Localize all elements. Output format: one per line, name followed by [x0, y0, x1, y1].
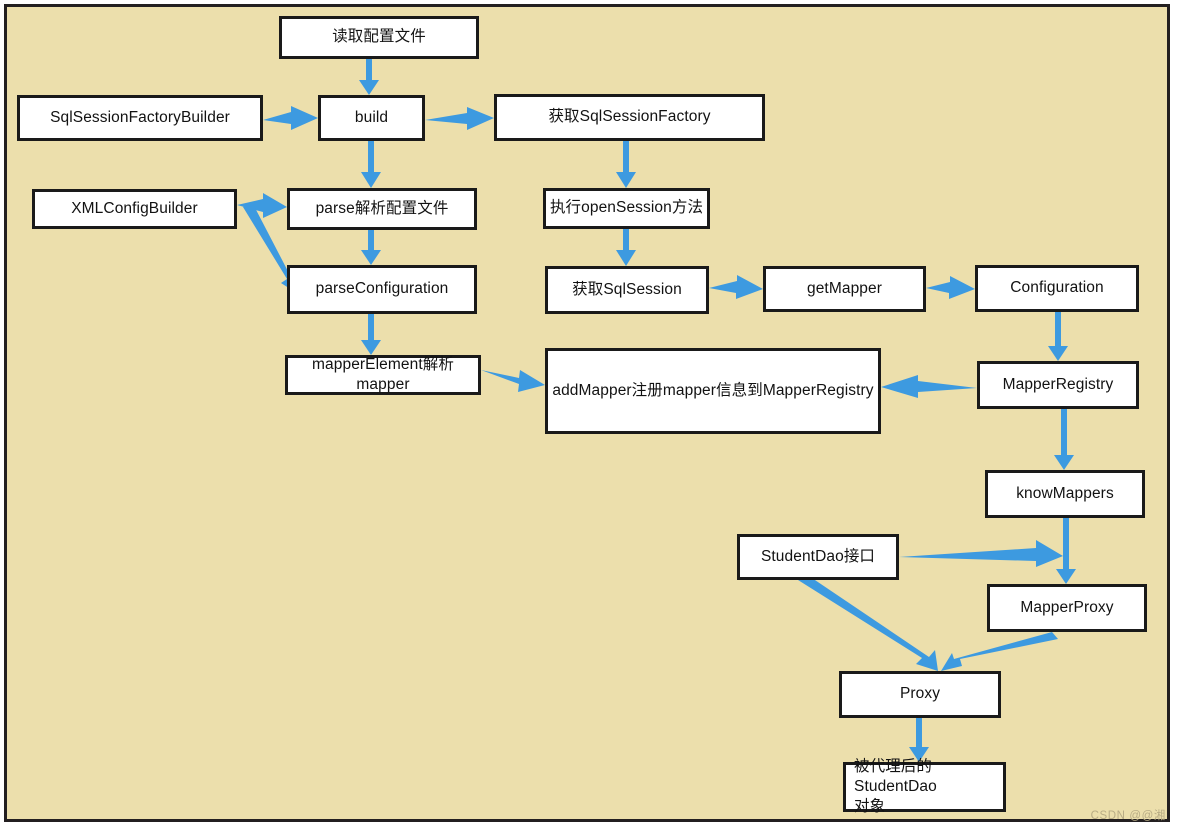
node-label-exec-open-session: 执行openSession方法	[549, 199, 704, 217]
node-parse-config: parse解析配置文件	[287, 188, 477, 230]
node-sql-session-factory-builder: SqlSessionFactoryBuilder	[17, 95, 263, 141]
node-label-build: build	[354, 108, 389, 126]
node-label-xml-config-builder: XMLConfigBuilder	[71, 199, 198, 217]
node-mapper-proxy: MapperProxy	[987, 584, 1147, 632]
node-proxy: Proxy	[839, 671, 1001, 718]
node-configuration: Configuration	[975, 265, 1139, 312]
node-label-parse-config: parse解析配置文件	[315, 199, 449, 217]
node-label-mapper-proxy: MapperProxy	[1020, 598, 1114, 616]
node-label-student-dao-interface: StudentDao接口	[760, 547, 876, 565]
node-xml-config-builder: XMLConfigBuilder	[32, 189, 237, 229]
node-mapper-element: mapperElement解析mapper	[285, 355, 481, 395]
node-label-configuration: Configuration	[1010, 279, 1104, 297]
node-label-get-sql-session-factory: 获取SqlSessionFactory	[548, 108, 711, 126]
node-proxied-student-dao: 被代理后的StudentDao 对象	[843, 758, 1006, 815]
node-mapper-registry: MapperRegistry	[977, 361, 1139, 409]
node-label-proxy: Proxy	[899, 685, 941, 703]
node-label-add-mapper: addMapper注册mapper信息到MapperRegistry	[552, 381, 874, 399]
node-label-proxied-student-dao: 被代理后的StudentDao 对象	[854, 757, 937, 816]
watermark: CSDN @@湘	[1090, 810, 1166, 822]
node-label-parse-configuration: parseConfiguration	[315, 280, 449, 298]
node-know-mappers: knowMappers	[985, 470, 1145, 518]
node-label-mapper-element: mapperElement解析mapper	[312, 355, 454, 393]
node-label-get-mapper: getMapper	[806, 279, 882, 297]
node-label-read-config: 读取配置文件	[332, 28, 426, 46]
node-get-sql-session: 获取SqlSession	[545, 266, 709, 314]
node-get-sql-session-factory: 获取SqlSessionFactory	[494, 94, 765, 141]
node-parse-configuration: parseConfiguration	[287, 265, 477, 314]
node-build: build	[318, 95, 425, 141]
node-label-know-mappers: knowMappers	[1016, 484, 1114, 502]
node-label-get-sql-session: 获取SqlSession	[572, 280, 682, 298]
node-label-sql-session-factory-builder: SqlSessionFactoryBuilder	[50, 108, 230, 126]
node-label-mapper-registry: MapperRegistry	[1002, 375, 1114, 393]
node-add-mapper: addMapper注册mapper信息到MapperRegistry	[545, 348, 881, 434]
node-exec-open-session: 执行openSession方法	[543, 188, 710, 229]
node-student-dao-interface: StudentDao接口	[737, 534, 899, 580]
node-read-config: 读取配置文件	[279, 16, 479, 59]
diagram-canvas: 读取配置文件 SqlSessionFactoryBuilder build 获取Sql…	[0, 0, 1180, 833]
node-get-mapper: getMapper	[763, 266, 926, 312]
